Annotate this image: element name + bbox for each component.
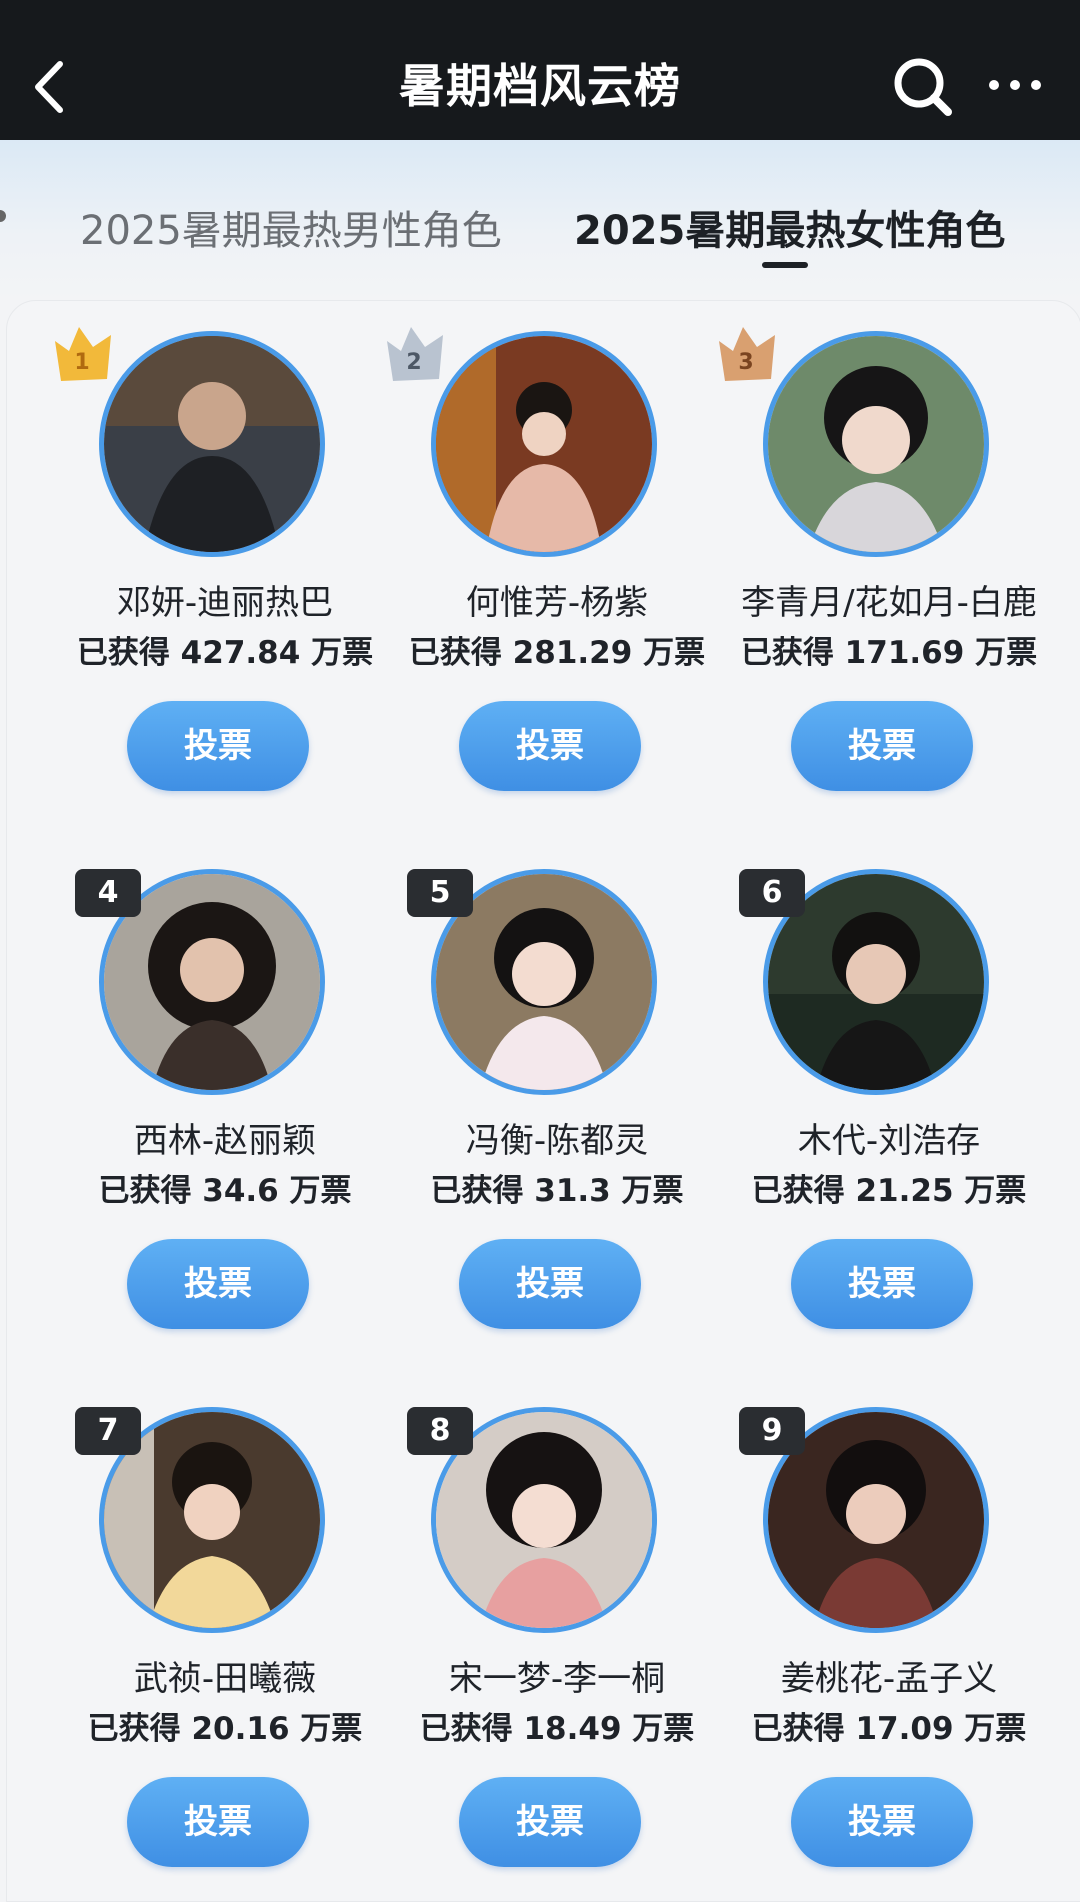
vote-count: 已获得 171.69 万票 xyxy=(740,635,1038,671)
vote-button[interactable]: 投票 xyxy=(127,701,309,791)
rank-badge: 4 xyxy=(75,869,141,917)
search-icon xyxy=(894,58,952,116)
ranking-card-1: 1 邓妍-迪丽热巴 已获得 427.84 万票 投票 xyxy=(55,301,391,821)
top-bar: 暑期档风云榜 xyxy=(0,0,1080,140)
rank-badge: 7 xyxy=(75,1407,141,1455)
vote-count: 已获得 31.3 万票 xyxy=(430,1173,684,1209)
ranking-card-9: 9 姜桃花-孟子义 已获得 17.09 万票 投票 xyxy=(723,1377,1055,1897)
ranking-card-8: 8 宋一梦-李一桐 已获得 18.49 万票 投票 xyxy=(391,1377,723,1897)
avatar[interactable] xyxy=(763,331,989,557)
ranking-card-6: 6 木代-刘浩存 已获得 21.25 万票 投票 xyxy=(723,839,1055,1359)
avatar[interactable] xyxy=(99,331,325,557)
vote-button[interactable]: 投票 xyxy=(459,1239,641,1329)
ranking-card-4: 4 西林-赵丽颖 已获得 34.6 万票 投票 xyxy=(59,839,391,1359)
vote-button[interactable]: 投票 xyxy=(127,1239,309,1329)
character-name: 何惟芳-杨紫 xyxy=(465,583,649,623)
vote-count: 已获得 34.6 万票 xyxy=(98,1173,352,1209)
character-name: 邓妍-迪丽热巴 xyxy=(116,583,334,623)
tab-female-roles[interactable]: 2025暑期最热女性角色 xyxy=(574,198,1005,256)
character-name: 西林-赵丽颖 xyxy=(133,1121,317,1161)
character-name: 李青月/花如月-白鹿 xyxy=(741,583,1037,623)
more-button[interactable] xyxy=(982,60,1052,110)
more-horizontal-icon xyxy=(989,80,1041,90)
character-name: 木代-刘浩存 xyxy=(797,1121,981,1161)
rank-badge: 5 xyxy=(407,869,473,917)
vote-count: 已获得 18.49 万票 xyxy=(419,1711,695,1747)
ranking-card-5: 5 冯衡-陈都灵 已获得 31.3 万票 投票 xyxy=(391,839,723,1359)
tab-male-roles[interactable]: 2025暑期最热男性角色 xyxy=(80,198,502,256)
svg-text:3: 3 xyxy=(738,350,753,375)
character-name: 宋一梦-李一桐 xyxy=(448,1659,666,1699)
character-name: 冯衡-陈都灵 xyxy=(465,1121,649,1161)
vote-button[interactable]: 投票 xyxy=(791,701,973,791)
vote-count: 已获得 20.16 万票 xyxy=(87,1711,363,1747)
avatar[interactable] xyxy=(431,331,657,557)
vote-count: 已获得 21.25 万票 xyxy=(751,1173,1027,1209)
vote-button[interactable]: 投票 xyxy=(791,1777,973,1867)
vote-button[interactable]: 投票 xyxy=(459,701,641,791)
vote-button[interactable]: 投票 xyxy=(127,1777,309,1867)
silver-crown-icon: 2 xyxy=(387,327,443,381)
rank-badge: 8 xyxy=(407,1407,473,1455)
character-name: 姜桃花-孟子义 xyxy=(780,1659,998,1699)
rank-badge: 6 xyxy=(739,869,805,917)
decorative-dot xyxy=(0,210,6,222)
gold-crown-icon: 1 xyxy=(55,327,111,381)
svg-text:2: 2 xyxy=(406,350,421,375)
vote-button[interactable]: 投票 xyxy=(791,1239,973,1329)
tab-bar: 2025暑期最热男性角色 2025暑期最热女性角色 xyxy=(0,140,1080,300)
active-tab-indicator xyxy=(762,262,808,268)
character-name: 武祯-田曦薇 xyxy=(133,1659,317,1699)
vote-count: 已获得 17.09 万票 xyxy=(751,1711,1027,1747)
ranking-card-3: 3 李青月/花如月-白鹿 已获得 171.69 万票 投票 xyxy=(719,301,1055,821)
ranking-panel: 1 邓妍-迪丽热巴 已获得 427.84 万票 投票 2 何惟芳-杨紫 已获得 … xyxy=(6,300,1080,1902)
search-button[interactable] xyxy=(888,52,958,122)
svg-text:1: 1 xyxy=(74,350,89,375)
vote-count: 已获得 427.84 万票 xyxy=(76,635,374,671)
vote-count: 已获得 281.29 万票 xyxy=(408,635,706,671)
ranking-card-2: 2 何惟芳-杨紫 已获得 281.29 万票 投票 xyxy=(387,301,723,821)
bronze-crown-icon: 3 xyxy=(719,327,775,381)
rank-badge: 9 xyxy=(739,1407,805,1455)
ranking-card-7: 7 武祯-田曦薇 已获得 20.16 万票 投票 xyxy=(59,1377,391,1897)
vote-button[interactable]: 投票 xyxy=(459,1777,641,1867)
